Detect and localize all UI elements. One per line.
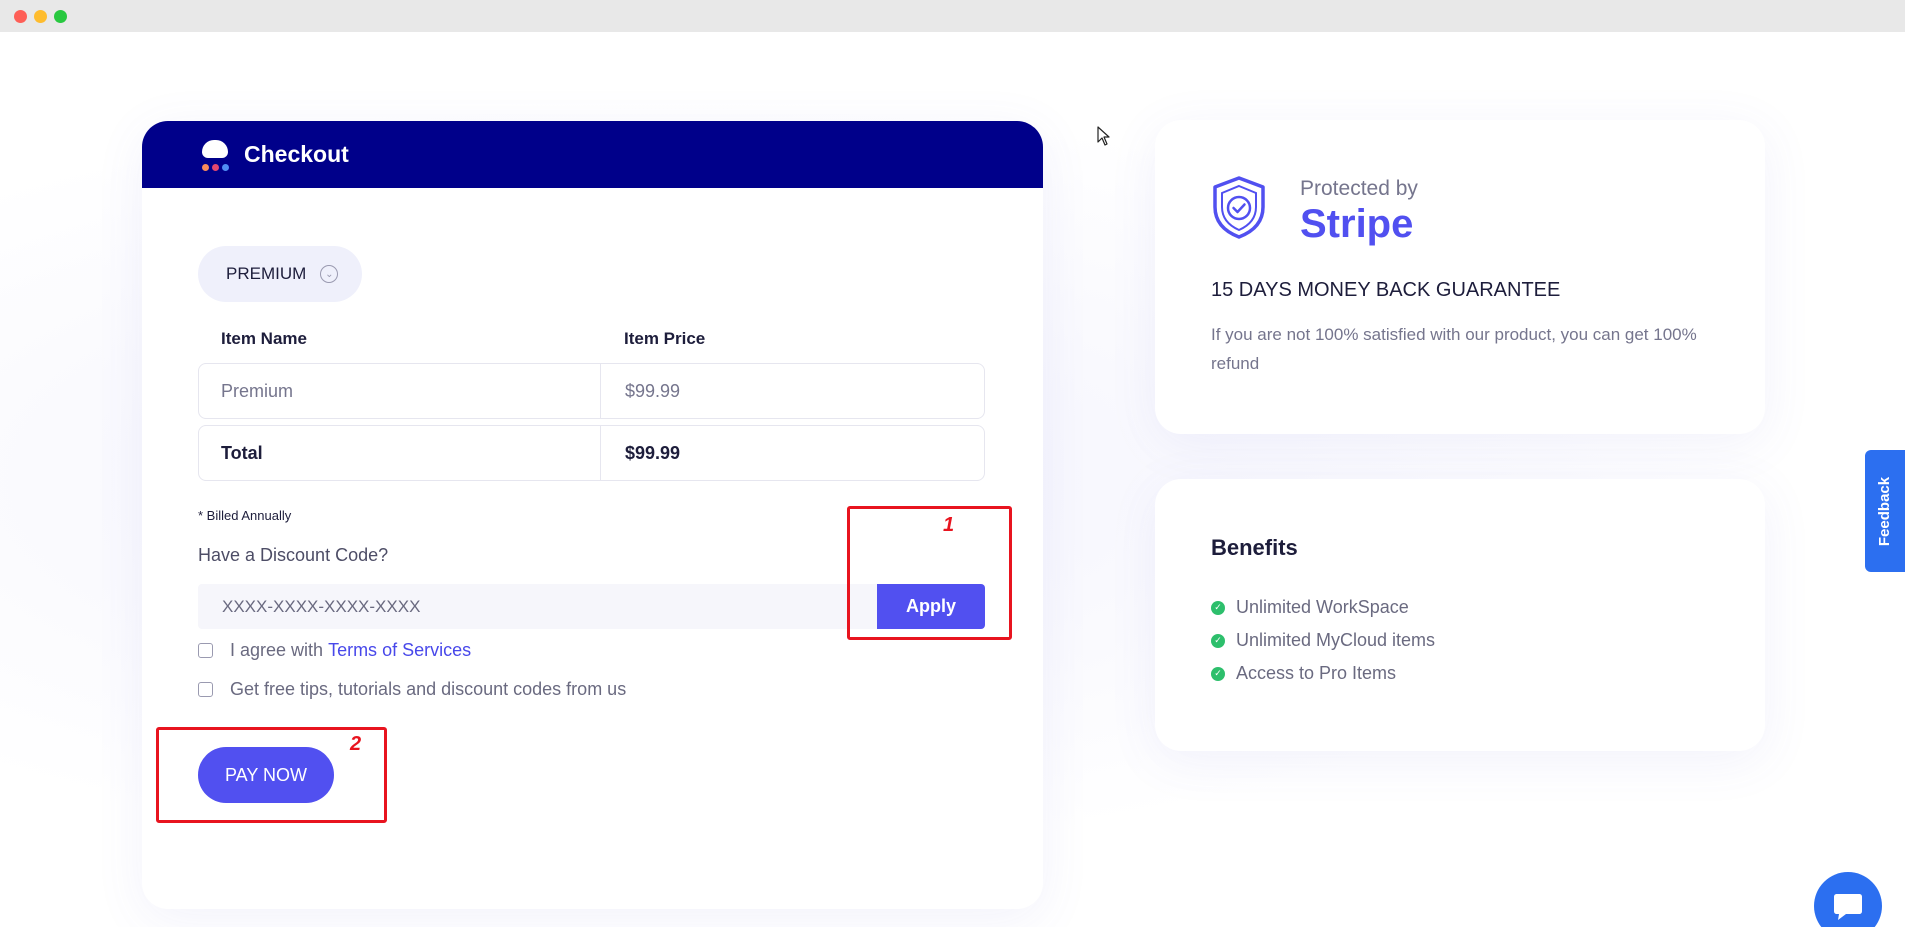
column-header-item-price: Item Price [624,329,706,348]
list-item: ✓ Unlimited MyCloud items [1211,624,1435,657]
billed-note: * Billed Annually [198,508,292,523]
check-circle-icon: ✓ [1211,633,1225,648]
table-row-total: Total $99.99 [198,425,985,481]
plan-select[interactable]: PREMIUM ⌄ [198,246,362,302]
benefit-label: Unlimited WorkSpace [1236,597,1409,617]
page: Checkout PREMIUM ⌄ Item Name Item Price … [0,32,1905,927]
newsletter-checkbox[interactable] [198,682,213,697]
check-circle-icon: ✓ [1211,600,1225,615]
benefit-label: Unlimited MyCloud items [1236,630,1436,650]
shield-check-icon [1213,176,1265,239]
plan-select-value: PREMIUM [226,264,307,283]
terms-agreement-row: I agree with Terms of Services [198,640,471,661]
terms-of-services-link[interactable]: Terms of Services [328,640,471,661]
discount-label: Have a Discount Code? [198,545,389,565]
benefits-title: Benefits [1211,535,1298,560]
list-item: ✓ Unlimited WorkSpace [1211,591,1435,624]
chevron-down-icon: ⌄ [320,265,339,283]
total-label-cell: Total [221,442,263,463]
stripe-protection-card: Protected by Stripe 15 DAYS MONEY BACK G… [1155,120,1765,434]
terms-agree-text: I agree with [230,640,324,660]
annotation-box-1 [847,506,1012,640]
item-price-cell: $99.99 [625,380,681,401]
annotation-number-1: 1 [943,514,955,536]
column-header-item-name: Item Name [221,329,307,348]
stripe-brand: Stripe [1300,202,1414,246]
close-window-button[interactable] [14,10,27,23]
table-row: Premium $99.99 [198,363,985,419]
item-name-cell: Premium [221,380,294,401]
protected-by-label: Protected by [1300,177,1418,200]
maximize-window-button[interactable] [54,10,67,23]
benefits-list: ✓ Unlimited WorkSpace ✓ Unlimited MyClou… [1211,591,1435,690]
mouse-cursor-icon [1097,126,1110,146]
refund-text: If you are not 100% satisfied with our p… [1211,325,1697,373]
chat-launcher-button[interactable] [1814,872,1882,927]
checkout-header: Checkout [142,121,1043,188]
benefits-card: Benefits ✓ Unlimited WorkSpace ✓ Unlimit… [1155,479,1765,751]
total-price-cell: $99.99 [625,442,681,463]
window-titlebar [0,0,1905,32]
feedback-label: Feedback [1876,476,1894,546]
benefit-label: Access to Pro Items [1236,663,1397,683]
minimize-window-button[interactable] [34,10,47,23]
list-item: ✓ Access to Pro Items [1211,657,1435,690]
chat-bubble-icon [1834,894,1862,920]
newsletter-row: Get free tips, tutorials and discount co… [198,679,626,700]
checkout-title: Checkout [244,141,349,167]
guarantee-heading: 15 DAYS MONEY BACK GUARANTEE [1211,279,1561,301]
terms-checkbox[interactable] [198,643,213,658]
annotation-number-2: 2 [350,733,362,755]
feedback-tab[interactable]: Feedback [1865,450,1905,572]
check-circle-icon: ✓ [1211,666,1225,681]
cloud-logo-icon [200,138,232,172]
discount-code-input[interactable] [198,584,888,629]
newsletter-label: Get free tips, tutorials and discount co… [230,679,627,699]
